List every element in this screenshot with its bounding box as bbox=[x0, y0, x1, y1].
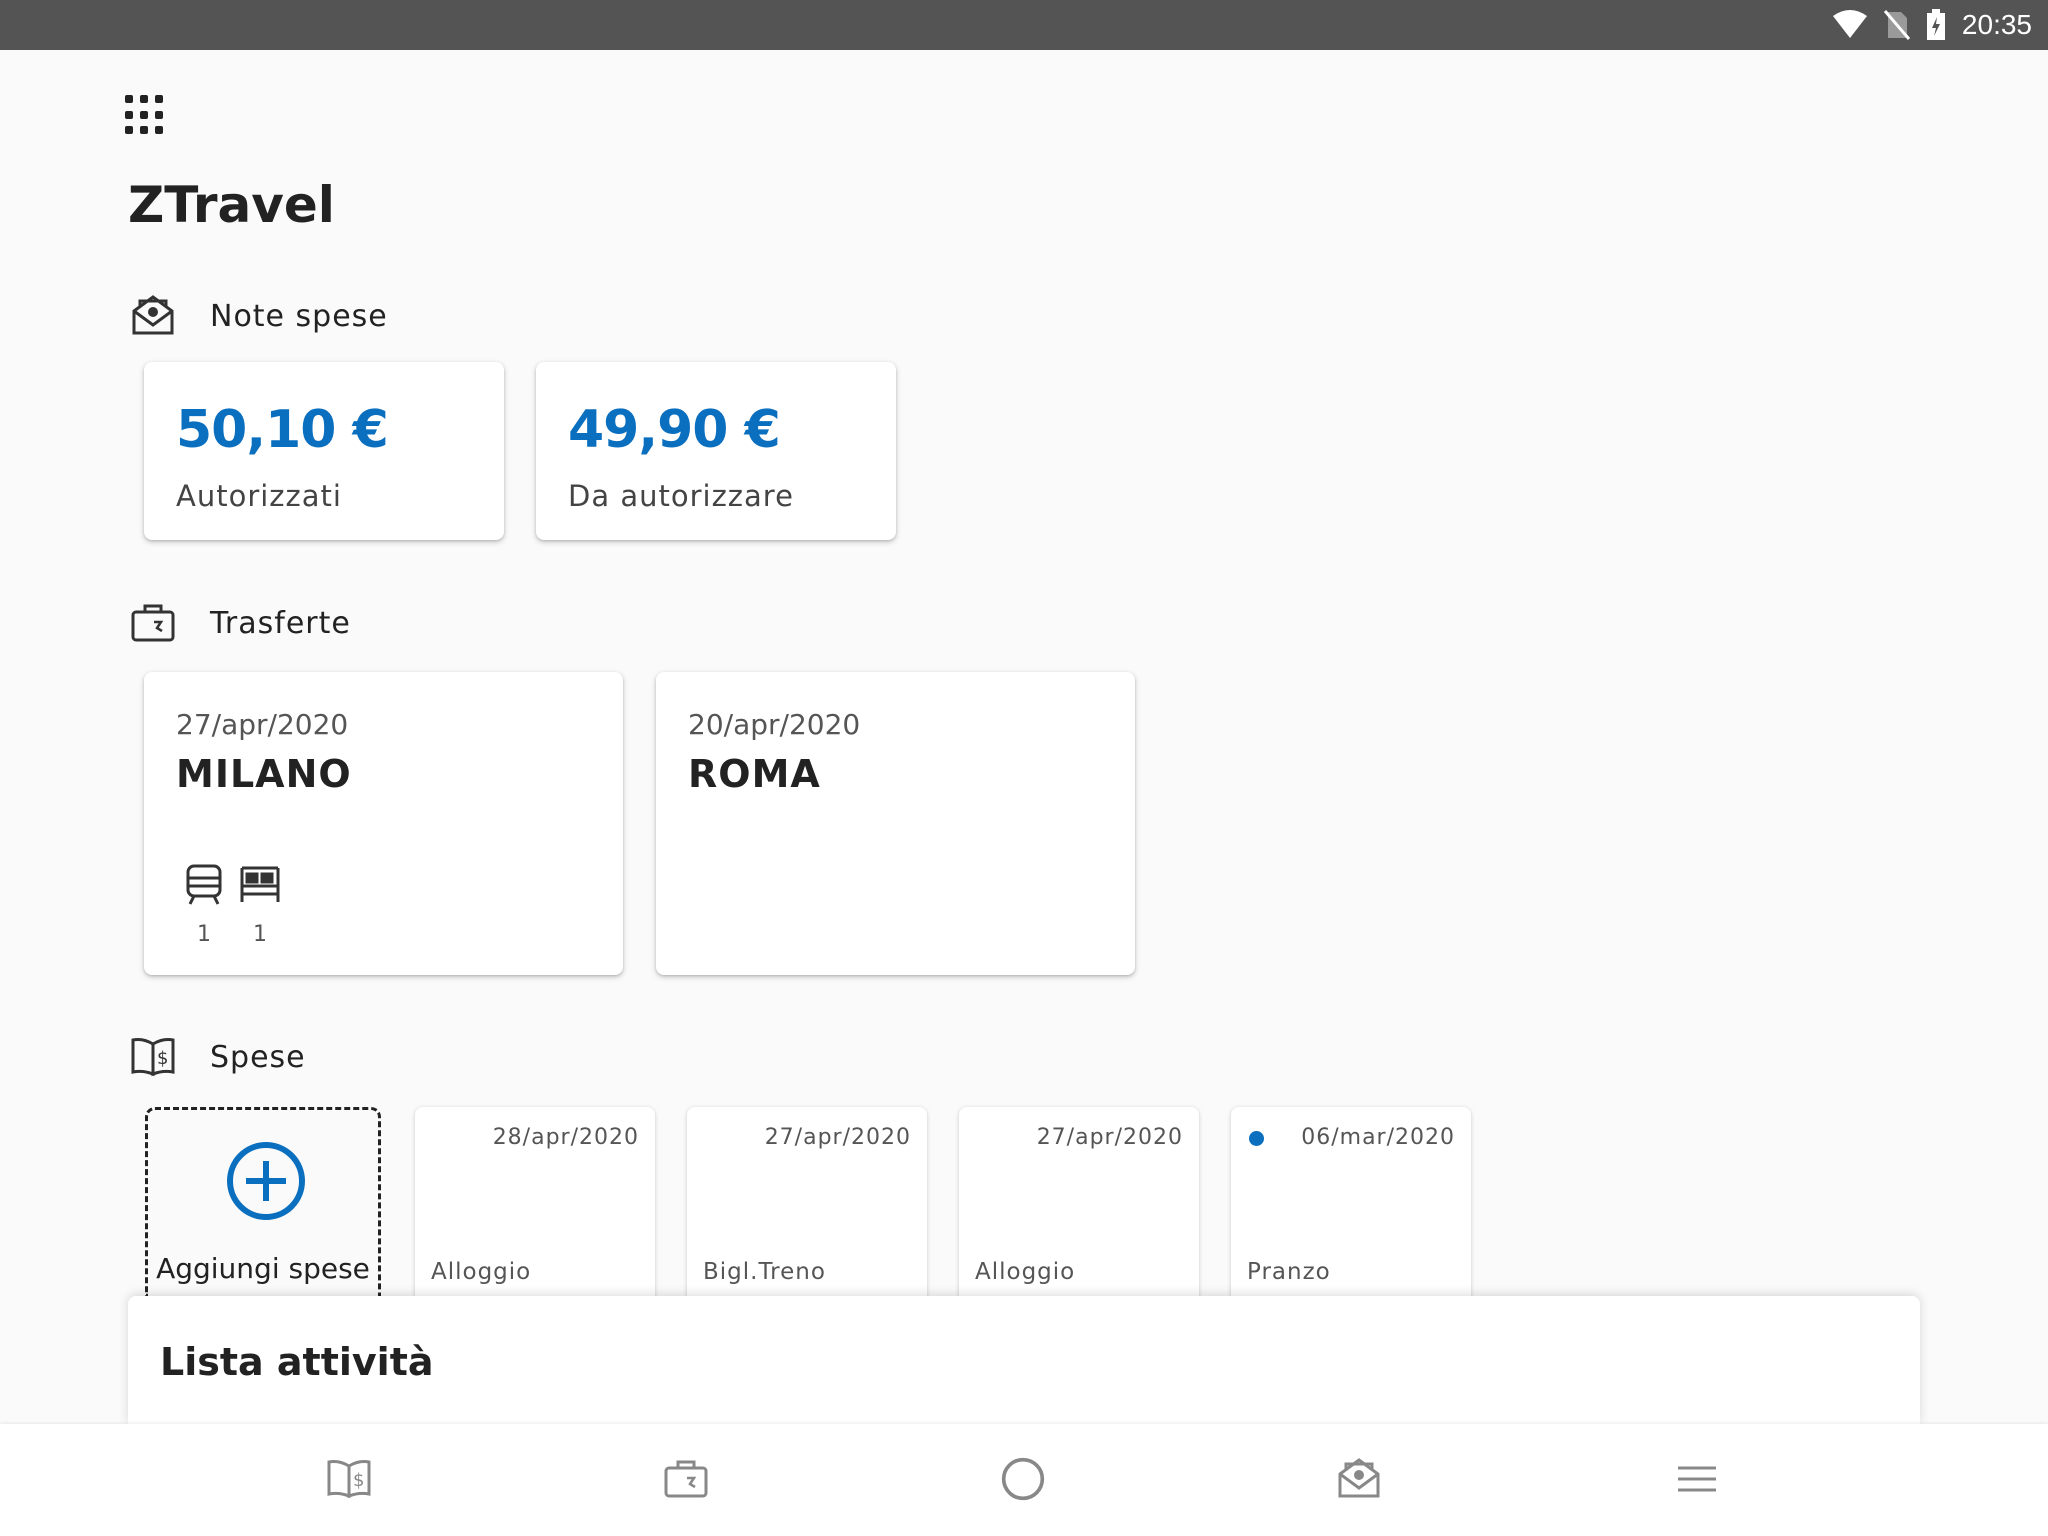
unread-dot bbox=[1249, 1131, 1264, 1146]
authorized-label: Autorizzati bbox=[176, 479, 342, 513]
nav-note-spese-button[interactable] bbox=[1334, 1454, 1384, 1504]
svg-text:$: $ bbox=[353, 1470, 364, 1491]
expense-card[interactable]: 28/apr/2020 Alloggio bbox=[415, 1107, 655, 1297]
authorized-amount: 50,10 € bbox=[176, 400, 389, 460]
train-count: 1 bbox=[197, 922, 211, 947]
trip-card-milano[interactable]: 27/apr/2020 MILANO 1 1 bbox=[144, 672, 623, 975]
pending-amount: 49,90 € bbox=[568, 400, 781, 460]
activity-list-title: Lista attività bbox=[160, 1340, 434, 1384]
open-book-dollar-icon: $ bbox=[327, 1460, 371, 1499]
trip-city: MILANO bbox=[176, 752, 352, 796]
trip-city: ROMA bbox=[688, 752, 821, 796]
add-expense-button[interactable]: Aggiungi spese bbox=[145, 1107, 381, 1297]
expense-date: 27/apr/2020 bbox=[1036, 1125, 1183, 1150]
nav-trasferte-button[interactable] bbox=[661, 1454, 711, 1504]
status-time: 20:35 bbox=[1961, 9, 2032, 40]
expense-report-icon bbox=[132, 295, 174, 335]
add-expense-label: Aggiungi spese bbox=[156, 1252, 370, 1285]
hotel-count: 1 bbox=[253, 922, 267, 947]
trasferte-title: Trasferte bbox=[210, 605, 351, 641]
pending-card[interactable]: 49,90 € Da autorizzare bbox=[536, 362, 896, 540]
nav-menu-button[interactable] bbox=[1672, 1454, 1722, 1504]
briefcase-icon bbox=[131, 604, 175, 642]
bottom-navigation: $ bbox=[0, 1424, 2048, 1536]
activity-list-sheet[interactable]: Lista attività bbox=[128, 1296, 1920, 1424]
wifi-icon bbox=[1832, 10, 1867, 38]
expense-date: 28/apr/2020 bbox=[492, 1125, 639, 1150]
expense-type: Pranzo bbox=[1247, 1259, 1331, 1285]
svg-text:$: $ bbox=[157, 1048, 168, 1069]
expense-date: 27/apr/2020 bbox=[764, 1125, 911, 1150]
expense-card[interactable]: 27/apr/2020 Alloggio bbox=[959, 1107, 1199, 1297]
spese-header: $ Spese bbox=[130, 1034, 306, 1080]
battery-charging-icon bbox=[1926, 9, 1945, 40]
expense-report-icon bbox=[1338, 1458, 1380, 1498]
expense-card[interactable]: 06/mar/2020 Pranzo bbox=[1231, 1107, 1471, 1297]
expense-card[interactable]: 27/apr/2020 Bigl.Treno bbox=[687, 1107, 927, 1297]
open-book-dollar-icon: $ bbox=[131, 1038, 175, 1077]
no-sim-icon bbox=[1883, 10, 1910, 40]
trip-date: 27/apr/2020 bbox=[176, 708, 349, 741]
note-spese-header: Note spese bbox=[130, 293, 388, 339]
expense-type: Alloggio bbox=[975, 1259, 1076, 1285]
hamburger-menu-icon bbox=[1678, 1466, 1716, 1492]
train-icon bbox=[186, 864, 222, 905]
expense-type: Alloggio bbox=[431, 1259, 532, 1285]
app-title: ZTravel bbox=[128, 176, 335, 234]
trasferte-header: Trasferte bbox=[130, 600, 351, 646]
trip-card-roma[interactable]: 20/apr/2020 ROMA bbox=[656, 672, 1135, 975]
apps-grid-icon[interactable] bbox=[125, 95, 165, 135]
spese-title: Spese bbox=[210, 1039, 306, 1075]
authorized-card[interactable]: 50,10 € Autorizzati bbox=[144, 362, 504, 540]
bed-icon bbox=[240, 866, 280, 902]
pending-label: Da autorizzare bbox=[568, 479, 794, 513]
briefcase-icon bbox=[664, 1460, 708, 1498]
status-bar: 20:35 bbox=[0, 0, 2048, 50]
add-circle-icon bbox=[227, 1142, 305, 1220]
home-circle-icon bbox=[1001, 1457, 1045, 1501]
expense-date: 06/mar/2020 bbox=[1301, 1125, 1455, 1150]
note-spese-title: Note spese bbox=[210, 298, 388, 334]
trip-date: 20/apr/2020 bbox=[688, 708, 861, 741]
expense-type: Bigl.Treno bbox=[703, 1259, 826, 1285]
nav-home-button[interactable] bbox=[998, 1454, 1048, 1504]
nav-spese-button[interactable]: $ bbox=[324, 1454, 374, 1504]
